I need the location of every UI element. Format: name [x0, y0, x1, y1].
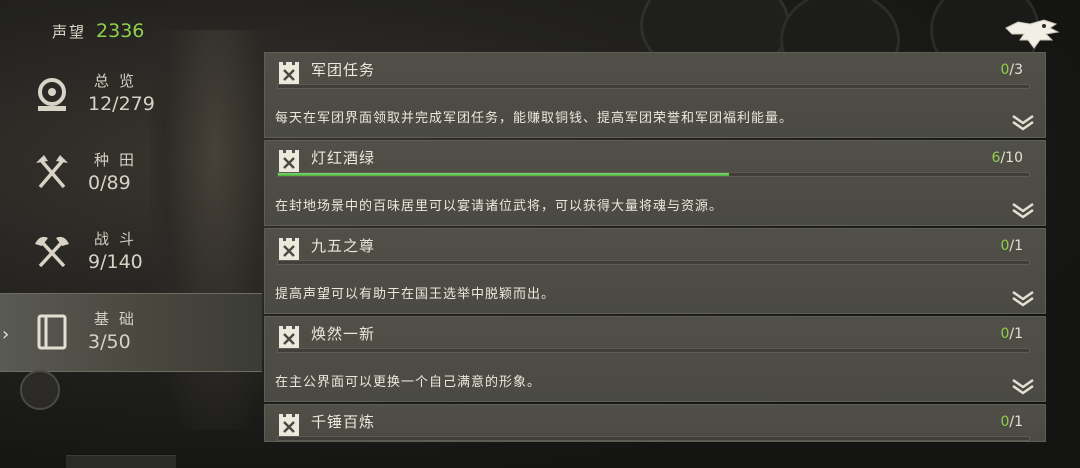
reputation-display: 声望 2336 [52, 20, 144, 42]
task-description: 提高声望可以有助于在国王选举中脱颖而出。 [275, 287, 556, 302]
task-description: 在主公界面可以更换一个自己满意的形象。 [275, 375, 542, 390]
task-title: 焕然一新 [311, 325, 376, 343]
task-card: 灯红酒绿 6/10 在封地场景中的百味居里可以宴请诸位武将，可以获得大量将魂与资… [264, 140, 1046, 226]
farming-icon [36, 155, 68, 189]
task-progress-bar [277, 436, 1030, 441]
category-sidebar: 总览 12/279 种田 0/89 战斗 9/140 › 基础 3/50 [0, 56, 262, 372]
book-icon [37, 314, 67, 350]
battle-icon [35, 236, 69, 268]
task-progress-total: /1 [1009, 414, 1023, 430]
sidebar-item-label: 总览 [94, 72, 145, 90]
dragon-back-icon [1005, 19, 1060, 49]
reputation-label: 声望 [52, 23, 87, 41]
sidebar-item-count: 0/89 [88, 172, 131, 194]
task-progress-text: 0/1 [1000, 326, 1023, 342]
task-title: 千锤百炼 [311, 413, 376, 431]
tower-icon [279, 326, 299, 348]
task-progress-bar [277, 172, 1030, 177]
tower-icon [279, 414, 299, 436]
sidebar-item-count: 3/50 [88, 331, 131, 353]
task-progress-bar [277, 348, 1030, 353]
task-progress-bar [277, 84, 1030, 89]
sidebar-item-count: 9/140 [88, 251, 143, 273]
task-progress-fill [278, 173, 729, 176]
task-progress-text: 0/3 [1000, 62, 1023, 78]
task-description: 在封地场景中的百味居里可以宴请诸位武将，可以获得大量将魂与资源。 [275, 199, 724, 214]
sidebar-item-count: 12/279 [88, 93, 155, 115]
sidebar-item-label: 战斗 [94, 230, 145, 248]
sidebar-item-farming[interactable]: 种田 0/89 [0, 135, 262, 214]
task-progress-text: 6/10 [992, 150, 1023, 166]
task-progress-total: /3 [1009, 62, 1023, 78]
tower-icon [279, 62, 299, 84]
reputation-value: 2336 [96, 20, 145, 42]
task-list: 军团任务 0/3 每天在军团界面领取并完成军团任务，能赚取铜钱、提高军团荣誉和军… [264, 52, 1046, 444]
monk-avatar-icon[interactable] [20, 370, 60, 410]
back-button[interactable] [1000, 14, 1062, 54]
tower-icon [279, 150, 299, 172]
task-title: 九五之尊 [311, 237, 376, 255]
task-progress-total: /1 [1009, 326, 1023, 342]
task-card: 焕然一新 0/1 在主公界面可以更换一个自己满意的形象。 [264, 316, 1046, 402]
tower-icon [279, 238, 299, 260]
overview-icon [38, 78, 66, 111]
task-progress-text: 0/1 [1000, 414, 1023, 430]
bottom-left-tag [66, 455, 176, 468]
sidebar-item-label: 种田 [94, 151, 145, 169]
sidebar-item-basics[interactable]: › 基础 3/50 [0, 293, 262, 372]
active-indicator-icon: › [2, 324, 10, 345]
task-description: 每天在军团界面领取并完成军团任务，能赚取铜钱、提高军团荣誉和军团福利能量。 [275, 111, 794, 126]
task-progress-total: /10 [1000, 150, 1023, 166]
sidebar-item-overview[interactable]: 总览 12/279 [0, 56, 262, 135]
expand-chevron-icon[interactable] [1011, 113, 1035, 131]
task-card: 千锤百炼 0/1 [264, 404, 1046, 442]
task-card: 九五之尊 0/1 提高声望可以有助于在国王选举中脱颖而出。 [264, 228, 1046, 314]
sidebar-item-battle[interactable]: 战斗 9/140 [0, 214, 262, 293]
achievement-screen: 声望 2336 总览 12/279 种田 0/89 战斗 9/140 › 基础 … [0, 0, 1080, 468]
expand-chevron-icon[interactable] [1011, 289, 1035, 307]
task-progress-text: 0/1 [1000, 238, 1023, 254]
task-card: 军团任务 0/3 每天在军团界面领取并完成军团任务，能赚取铜钱、提高军团荣誉和军… [264, 52, 1046, 138]
expand-chevron-icon[interactable] [1011, 201, 1035, 219]
sidebar-item-label: 基础 [94, 310, 145, 328]
task-title: 军团任务 [311, 61, 376, 79]
task-progress-bar [277, 260, 1030, 265]
task-progress-total: /1 [1009, 238, 1023, 254]
expand-chevron-icon[interactable] [1011, 377, 1035, 395]
task-title: 灯红酒绿 [311, 149, 376, 167]
